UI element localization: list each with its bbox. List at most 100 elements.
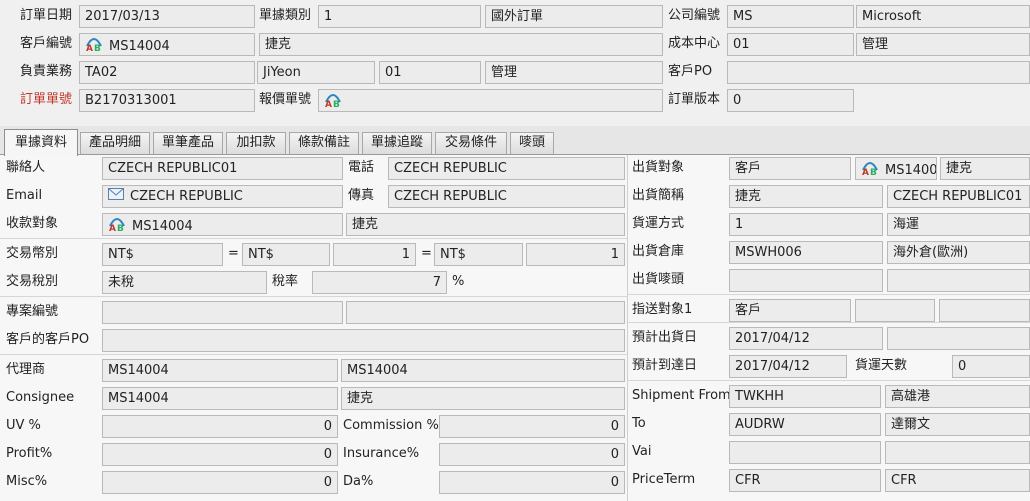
email-value: CZECH REPUBLIC — [130, 189, 243, 204]
contact-field[interactable]: CZECH REPUBLIC01 — [102, 157, 343, 180]
price-term-label: PriceTerm — [632, 472, 696, 487]
doc-type-code-field[interactable]: 1 — [318, 5, 481, 28]
to-label: To — [632, 416, 646, 431]
ship-days-field[interactable]: 0 — [952, 355, 1030, 378]
to-name-field[interactable]: 達爾文 — [885, 413, 1030, 436]
est-ship-extra-field[interactable] — [887, 327, 1030, 350]
tab-product-details[interactable]: 產品明細 — [80, 132, 150, 154]
deliver-to-code-field[interactable] — [855, 299, 935, 322]
customer-code-value: MS14004 — [109, 39, 170, 54]
misc-field[interactable]: 0 — [102, 471, 338, 494]
tab-doc-info[interactable]: 單據資料 — [4, 129, 78, 156]
order-no-field[interactable]: B2170313001 — [79, 89, 255, 112]
payee-code-field[interactable]: A B MS14004 — [102, 213, 343, 236]
da-field[interactable]: 0 — [439, 471, 625, 494]
exchange-rate-field[interactable]: 1 — [333, 243, 416, 266]
fax-field[interactable]: CZECH REPUBLIC — [388, 185, 625, 208]
commission-field[interactable]: 0 — [439, 415, 625, 438]
est-arrive-date-field[interactable]: 2017/04/12 — [729, 355, 847, 378]
company-name-field[interactable]: Microsoft — [856, 5, 1030, 28]
cost-center-code-field[interactable]: 01 — [727, 33, 854, 56]
ship-target-name-field[interactable]: 捷克 — [940, 157, 1030, 180]
doc-type-name-field[interactable]: 國外訂單 — [485, 5, 663, 28]
ship-target-code-field[interactable]: A B MS1400 — [855, 157, 937, 180]
vai-name-field[interactable] — [885, 441, 1030, 464]
project-no-label: 專案編號 — [6, 304, 59, 319]
exchange-rate2-field[interactable]: 1 — [526, 243, 625, 266]
ship-target-label: 出貨對象 — [632, 160, 685, 175]
uv-field[interactable]: 0 — [102, 415, 338, 438]
ship-method-code-field[interactable]: 1 — [729, 213, 883, 236]
agent-code-field[interactable]: MS14004 — [102, 359, 338, 382]
ship-target-type-field[interactable]: 客戶 — [729, 157, 851, 180]
ship-mark-code-field[interactable] — [729, 269, 883, 292]
sales-rep-label: 負責業務 — [20, 64, 73, 79]
shipment-from-code-field[interactable]: TWKHH — [729, 385, 881, 408]
shipment-from-name-field[interactable]: 高雄港 — [885, 385, 1030, 408]
project-no-code-field[interactable] — [102, 301, 343, 324]
warehouse-name-field[interactable]: 海外倉(歐洲) — [887, 241, 1030, 264]
payee-name-field[interactable]: 捷克 — [346, 213, 625, 236]
order-date-field[interactable]: 2017/03/13 — [79, 5, 255, 28]
dept-name-field[interactable]: 管理 — [485, 61, 663, 84]
contact-label: 聯絡人 — [6, 160, 46, 175]
tax-type-field[interactable]: 未稅 — [102, 271, 267, 294]
company-code-field[interactable]: MS — [727, 5, 854, 28]
vai-code-field[interactable] — [729, 441, 881, 464]
deliver-to-type-field[interactable]: 客戶 — [729, 299, 851, 322]
quote-no-field[interactable]: AB — [318, 89, 663, 112]
consignee-name-field[interactable]: 捷克 — [341, 387, 625, 410]
ship-mark-name-field[interactable] — [887, 269, 1030, 292]
equals-sign: = — [228, 246, 239, 261]
envelope-icon[interactable] — [108, 186, 124, 207]
est-ship-date-field[interactable]: 2017/04/12 — [729, 327, 883, 350]
ship-method-name-field[interactable]: 海運 — [887, 213, 1030, 236]
project-no-name-field[interactable] — [346, 301, 625, 324]
svg-text:B: B — [870, 168, 877, 176]
svg-text:A: A — [109, 224, 116, 232]
ship-short-contact-field[interactable]: CZECH REPUBLIC01 — [887, 185, 1030, 208]
da-label: Da% — [343, 474, 374, 489]
cust-customer-po-field[interactable] — [102, 329, 625, 352]
agent-name-field[interactable]: MS14004 — [341, 359, 625, 382]
tab-terms-notes[interactable]: 條款備註 — [289, 132, 359, 154]
tab-doc-tracking[interactable]: 單據追蹤 — [362, 132, 432, 154]
ship-short-name-field[interactable]: 捷克 — [729, 185, 883, 208]
cost-center-name-field[interactable]: 管理 — [856, 33, 1030, 56]
svg-text:B: B — [94, 44, 101, 52]
insurance-field[interactable]: 0 — [439, 443, 625, 466]
order-no-label: 訂單單號 — [20, 92, 73, 107]
customer-po-field[interactable] — [727, 61, 1030, 84]
email-field[interactable]: CZECH REPUBLIC — [102, 185, 343, 208]
customer-code-field[interactable]: A B MS14004 — [79, 33, 255, 56]
price-term-code-field[interactable]: CFR — [729, 469, 881, 492]
profit-field[interactable]: 0 — [102, 443, 338, 466]
sales-rep-code-field[interactable]: TA02 — [79, 61, 255, 84]
sales-rep-name-field[interactable]: JiYeon — [257, 61, 375, 84]
tab-add-deduct[interactable]: 加扣款 — [226, 132, 286, 154]
warehouse-code-field[interactable]: MSWH006 — [729, 241, 883, 264]
tax-rate-field[interactable]: 7 — [312, 271, 447, 294]
to-code-field[interactable]: AUDRW — [729, 413, 881, 436]
lookup-ab-icon[interactable]: AB — [108, 214, 126, 235]
tab-trade-terms[interactable]: 交易條件 — [435, 132, 507, 154]
tab-shipping-mark[interactable]: 嘜頭 — [510, 132, 554, 154]
lookup-ab-icon[interactable]: AB — [85, 34, 103, 55]
lookup-ab-icon[interactable]: AB — [324, 90, 342, 111]
customer-name-field[interactable]: 捷克 — [259, 33, 663, 56]
phone-field[interactable]: CZECH REPUBLIC — [388, 157, 625, 180]
consignee-code-field[interactable]: MS14004 — [102, 387, 338, 410]
separator — [0, 238, 627, 239]
lookup-ab-icon[interactable]: AB — [861, 158, 879, 179]
separator — [0, 296, 627, 297]
tab-single-product[interactable]: 單筆產品 — [153, 132, 223, 154]
dept-code-field[interactable]: 01 — [379, 61, 481, 84]
order-date-label: 訂單日期 — [20, 8, 73, 23]
price-term-name-field[interactable]: CFR — [885, 469, 1030, 492]
currency-label: 交易幣別 — [6, 246, 59, 261]
currency3-field[interactable]: NT$ — [434, 243, 523, 266]
currency-field[interactable]: NT$ — [102, 243, 223, 266]
order-version-field[interactable]: 0 — [727, 89, 854, 112]
deliver-to-name-field[interactable] — [939, 299, 1030, 322]
currency2-field[interactable]: NT$ — [242, 243, 330, 266]
